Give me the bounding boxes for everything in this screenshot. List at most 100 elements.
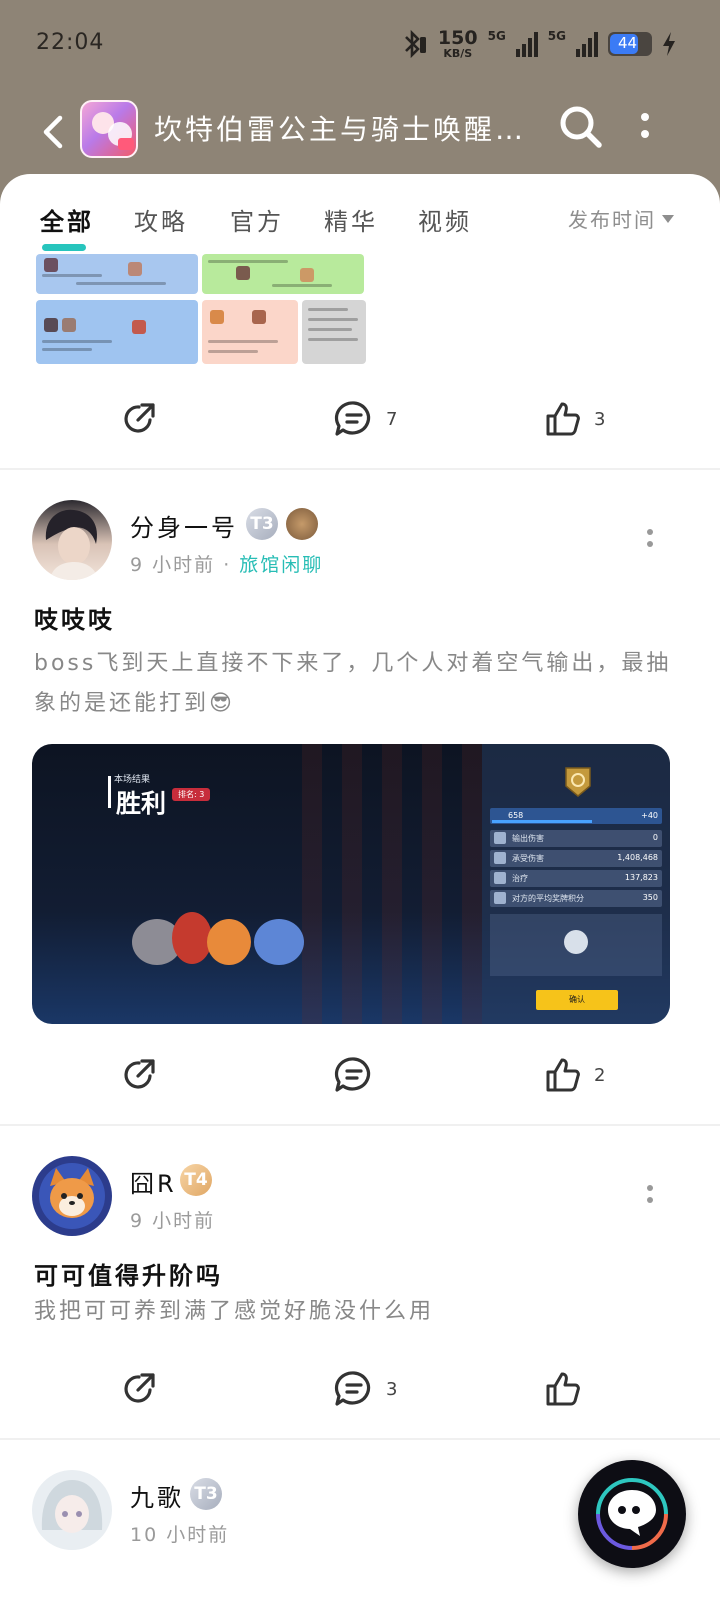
comment-icon (334, 401, 371, 436)
back-icon[interactable] (36, 110, 72, 154)
avatar[interactable] (32, 500, 112, 580)
tab-videos[interactable]: 视频 (418, 202, 472, 237)
tab-all[interactable]: 全部 (40, 202, 94, 237)
post-time: 9 小时前 (130, 1210, 216, 1232)
thumbnail-image[interactable] (302, 300, 366, 364)
post-meta: 9 小时前 · 旅馆闲聊 (130, 550, 323, 577)
lock-icon (564, 930, 588, 954)
forum-link[interactable]: 旅馆闲聊 (239, 554, 323, 576)
stat-row: 对方的平均奖牌积分 350 (490, 890, 662, 907)
stat-row: 输出伤害 0 (490, 830, 662, 847)
post-body[interactable]: boss飞到天上直接不下来了，几个人对着空气输出，最抽象的是还能打到😎 (34, 644, 674, 724)
post-actions: 3 (0, 1358, 720, 1418)
network-speed: 150 KB/S (437, 27, 478, 60)
post-more-icon[interactable] (638, 1180, 662, 1210)
character-sprite (172, 912, 212, 964)
search-icon[interactable] (558, 104, 604, 150)
feed-container: 全部 攻略 官方 精华 视频 发布时间 7 3 分身一号 T3 9 小时前 · … (0, 174, 720, 1610)
shield-icon (565, 767, 591, 797)
post-divider (0, 1438, 720, 1440)
tab-featured[interactable]: 精华 (324, 202, 378, 237)
post-title[interactable]: 吱吱吱 (34, 600, 115, 635)
post-time: 10 小时前 (130, 1524, 230, 1546)
status-time: 22:04 (36, 30, 105, 55)
stat-row: 承受伤害 1,408,468 (490, 850, 662, 867)
character-sprite (207, 919, 251, 965)
character-sprite (254, 919, 304, 965)
meta-separator: · (223, 554, 232, 576)
result-text: 胜利 (116, 789, 167, 818)
username[interactable]: 九歌 (130, 1478, 184, 1513)
share-icon (124, 1373, 155, 1403)
game-logo[interactable] (80, 100, 138, 158)
avatar-image (39, 1163, 105, 1229)
thumbnail-image[interactable] (36, 300, 198, 364)
like-button[interactable]: 2 (544, 1056, 605, 1094)
bluetooth-icon (405, 29, 426, 59)
comment-count: 3 (386, 1378, 398, 1400)
post-actions: 7 3 (0, 388, 720, 448)
thumbs-up-icon (546, 402, 580, 436)
avatar[interactable] (32, 1470, 112, 1550)
caret-down-icon (662, 214, 674, 223)
thumbnail-image[interactable] (36, 254, 198, 294)
level-badge: T3 (246, 508, 278, 540)
post-meta: 10 小时前 (130, 1520, 229, 1547)
post-time: 9 小时前 (130, 554, 216, 576)
signal-icon (576, 32, 598, 57)
sim1-label: 5G (487, 29, 506, 43)
comment-button[interactable]: 7 (334, 400, 397, 438)
app-header: 坎特伯雷公主与骑士唤醒… (0, 92, 720, 172)
like-count: 2 (594, 1064, 606, 1086)
battery-level: 44 (618, 34, 638, 52)
thumbnail-image[interactable] (202, 300, 298, 364)
tab-official[interactable]: 官方 (230, 202, 284, 237)
share-icon (124, 403, 155, 433)
comment-button[interactable]: 3 (334, 1370, 397, 1408)
share-button[interactable] (120, 1056, 158, 1094)
post-divider (0, 1124, 720, 1126)
comment-icon (334, 1057, 371, 1092)
tab-guides[interactable]: 攻略 (134, 202, 188, 237)
chat-bubble-icon (596, 1478, 668, 1550)
username[interactable]: 分身一号 (130, 508, 238, 543)
thumbs-up-icon (546, 1372, 580, 1406)
stat-row: 治疗 137,823 (490, 870, 662, 887)
rank-badge: 排名: 3 (172, 788, 211, 801)
avatar[interactable] (32, 1156, 112, 1236)
post-image[interactable]: 本场结果 胜利 排名: 3 658 +40 输出伤害 0 承受伤害 1,408,46… (32, 744, 670, 1024)
thumbs-up-icon (546, 1058, 580, 1092)
post-actions: 2 (0, 1044, 720, 1104)
sort-label: 发布时间 (568, 208, 656, 232)
post-meta: 9 小时前 (130, 1206, 215, 1233)
username[interactable]: 囧R (130, 1164, 177, 1199)
charging-icon (663, 32, 675, 56)
post-image-grid[interactable] (36, 254, 374, 364)
post-title[interactable]: 可可值得升阶吗 (34, 1256, 223, 1291)
active-tab-indicator (42, 244, 86, 251)
avatar-image (41, 1480, 103, 1533)
like-button[interactable]: 3 (544, 400, 605, 438)
category-tabs: 全部 攻略 官方 精华 视频 发布时间 (0, 196, 720, 256)
post-more-icon[interactable] (638, 524, 662, 554)
post-divider (0, 468, 720, 470)
share-button[interactable] (120, 1370, 158, 1408)
achievement-badge-icon (286, 508, 318, 540)
sim2-label: 5G (547, 29, 566, 43)
level-badge: T3 (190, 1478, 222, 1510)
sort-dropdown[interactable]: 发布时间 (568, 204, 674, 233)
post-body[interactable]: 我把可可养到满了感觉好脆没什么用 (34, 1292, 674, 1332)
page-title[interactable]: 坎特伯雷公主与骑士唤醒… (154, 108, 534, 148)
share-icon (124, 1059, 155, 1089)
level-badge: T4 (180, 1164, 212, 1196)
like-button[interactable] (544, 1370, 594, 1408)
thumbnail-image[interactable] (202, 254, 364, 294)
more-options-icon[interactable] (630, 104, 660, 150)
chat-fab-button[interactable] (578, 1460, 686, 1568)
comment-icon (334, 1371, 371, 1406)
xp-row: 658 +40 (490, 808, 662, 824)
confirm-button: 确认 (536, 990, 618, 1010)
comment-button[interactable] (334, 1056, 386, 1094)
like-count: 3 (594, 408, 606, 430)
share-button[interactable] (120, 400, 158, 438)
